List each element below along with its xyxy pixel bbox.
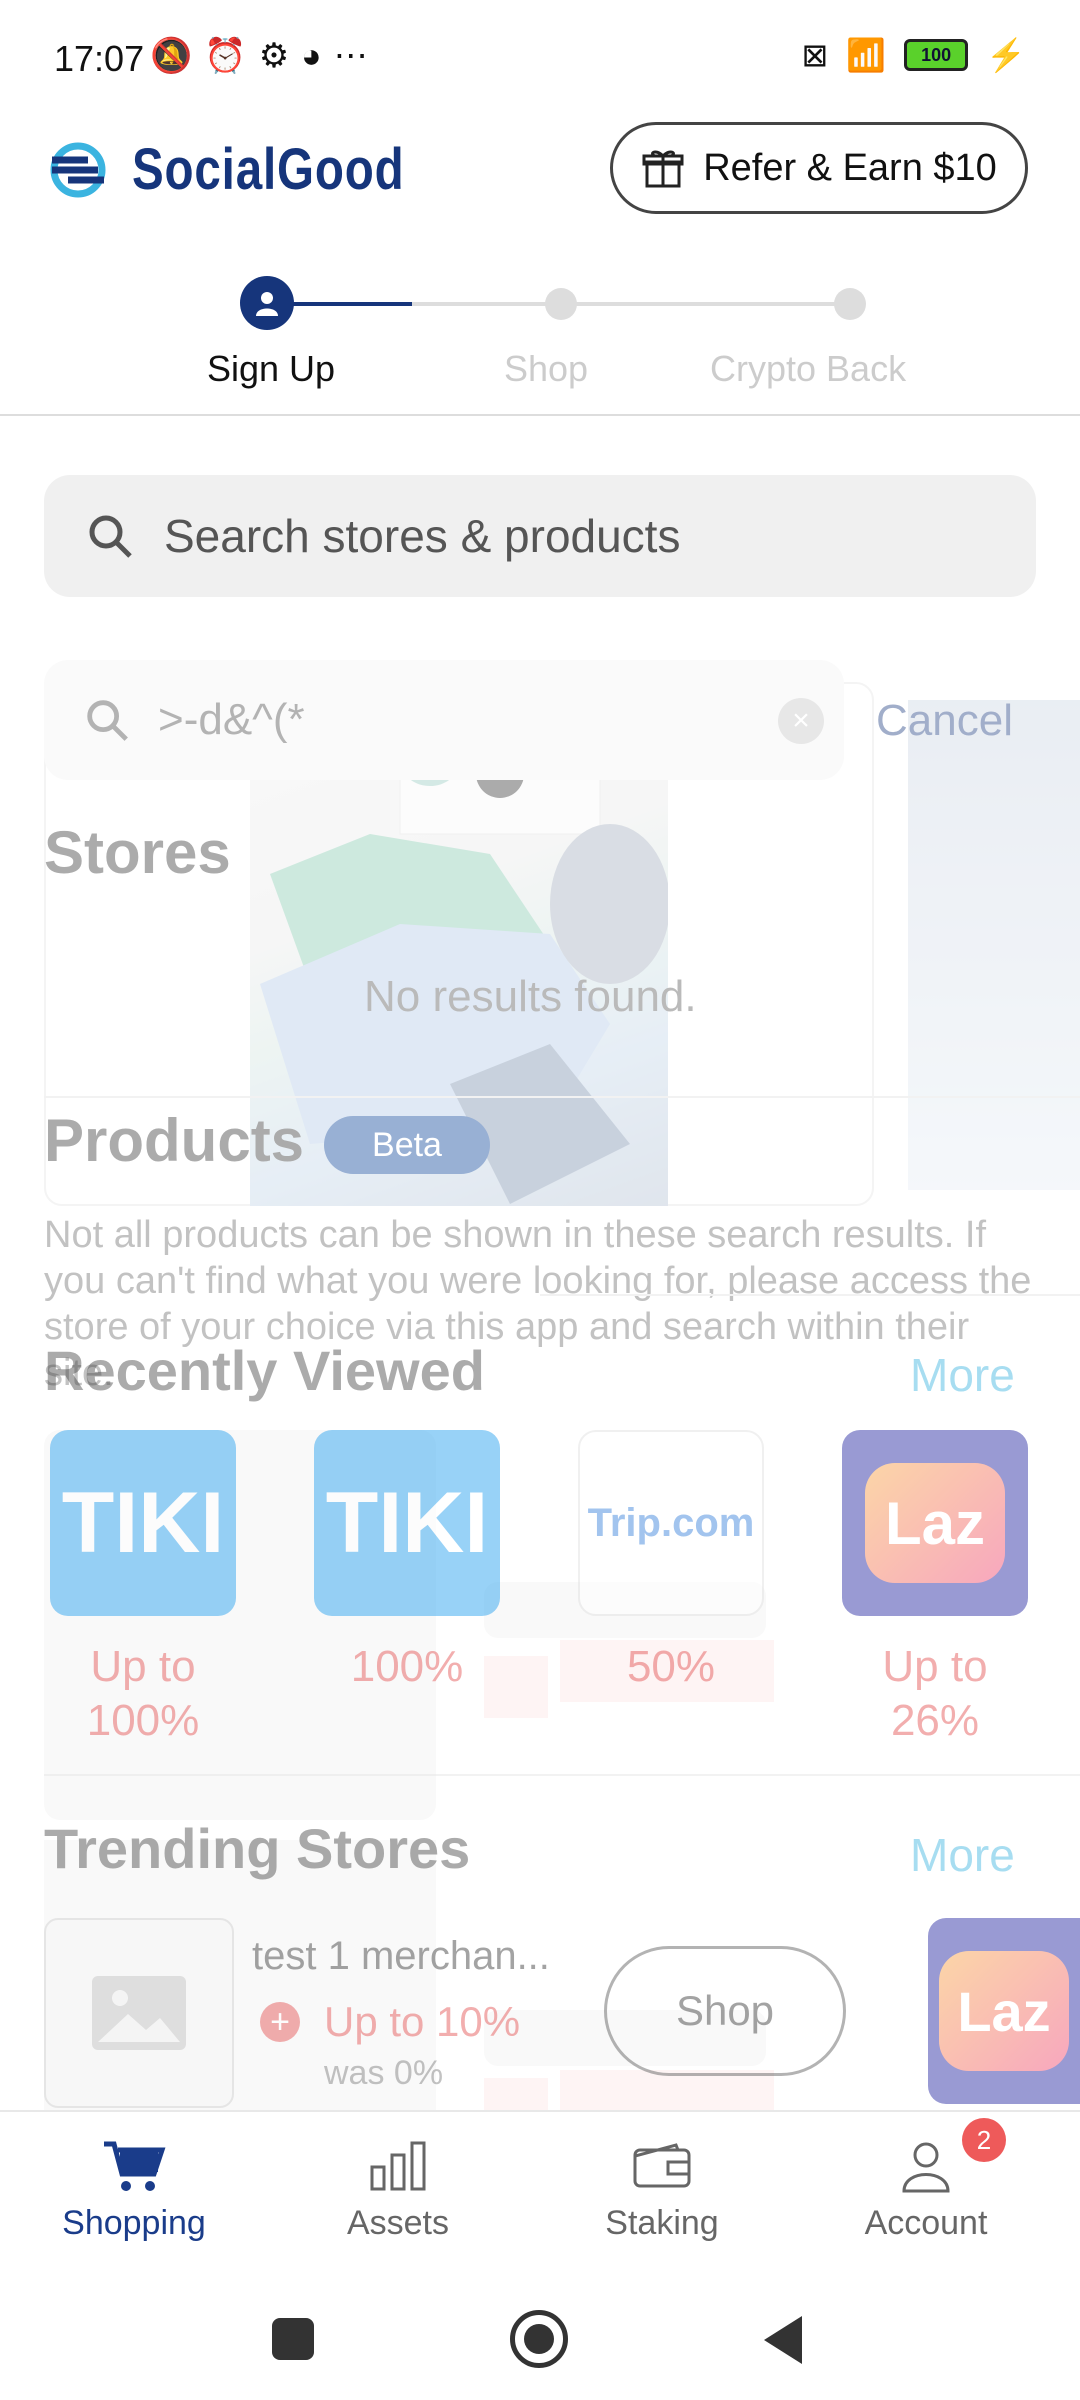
nav-label: Staking xyxy=(605,2204,719,2242)
refer-label: Refer & Earn $10 xyxy=(703,146,997,189)
recently-viewed-heading: Recently Viewed xyxy=(44,1339,485,1402)
search-icon xyxy=(89,515,132,558)
sync-icon: ◕ xyxy=(301,37,334,75)
system-nav-bar xyxy=(0,2270,1080,2400)
recent-store-trip[interactable]: Trip.com xyxy=(578,1430,764,1616)
user-icon xyxy=(256,292,278,316)
overlay-search-query: >-d&^(* xyxy=(158,695,305,744)
cart-icon xyxy=(104,2141,166,2191)
alarm-icon: ⏰ xyxy=(204,37,259,75)
trending-stores-more-link[interactable]: More xyxy=(910,1828,1015,1882)
overlay-search-input[interactable]: >-d&^(* xyxy=(44,660,844,780)
home-button-icon[interactable] xyxy=(510,2310,568,2368)
store-placeholder-image xyxy=(44,1918,234,2108)
plus-icon: + xyxy=(260,2002,300,2042)
nav-assets[interactable]: Assets xyxy=(298,2136,498,2243)
products-heading: Products xyxy=(44,1107,305,1174)
image-placeholder-icon xyxy=(92,1976,186,2050)
store-logo: TIKI xyxy=(325,1474,489,1571)
recents-button-icon[interactable] xyxy=(272,2318,314,2360)
recent-store-tiki-1[interactable]: TIKI xyxy=(50,1430,236,1616)
recent-store-lazada[interactable]: Laz xyxy=(842,1430,1028,1616)
wifi-icon: 📶 xyxy=(846,37,887,73)
header-divider xyxy=(0,414,1080,416)
store-logo: Laz xyxy=(957,1979,1051,2043)
step-crypto-dot xyxy=(834,288,866,320)
more-dots-icon: ⋯ xyxy=(333,37,380,75)
no-results-text: No results found. xyxy=(364,972,697,1021)
nav-shopping[interactable]: Shopping xyxy=(34,2136,234,2243)
recently-viewed-more-link[interactable]: More xyxy=(910,1348,1015,1402)
gear-icon: ⚙ xyxy=(258,37,302,75)
recent-offer-4: Up to 26% xyxy=(882,1642,988,1745)
trending-offer: Up to 10% xyxy=(324,1998,521,2045)
nav-label: Account xyxy=(864,2204,988,2242)
recent-offer-2: 100% xyxy=(350,1642,464,1691)
gift-icon xyxy=(642,150,684,188)
heart-logo-icon: Laz xyxy=(865,1463,1005,1583)
beta-badge: Beta xyxy=(324,1116,490,1174)
charging-icon: ⚡ xyxy=(986,37,1026,73)
battery-level: 100 xyxy=(921,44,952,65)
step-label-crypto: Crypto Back xyxy=(710,348,907,389)
recent-offer-3: 50% xyxy=(626,1642,716,1691)
trending-store-name: test 1 merchan... xyxy=(252,1934,550,1978)
brand-name: SocialGood xyxy=(132,137,405,202)
heart-logo-icon: Laz xyxy=(939,1951,1069,2071)
brand-logo: SocialGood xyxy=(42,136,464,203)
status-right: ⊠ 📶 100 ⚡ xyxy=(802,36,1027,74)
recent-offer-1: Up to 100% xyxy=(86,1642,200,1745)
divider xyxy=(540,1294,1080,1296)
search-input[interactable]: Search stores & products xyxy=(44,475,1036,597)
refer-earn-button[interactable]: Refer & Earn $10 xyxy=(610,122,1028,214)
status-icons: 🔕⏰⚙◕⋯ xyxy=(150,36,380,76)
account-notification-badge: 2 xyxy=(962,2118,1006,2162)
shop-button[interactable]: Shop xyxy=(604,1946,846,2076)
bar-chart-icon xyxy=(370,2141,426,2191)
step-signup-dot xyxy=(240,276,294,330)
nav-label: Assets xyxy=(346,2204,450,2242)
battery-icon: 100 xyxy=(904,39,969,71)
store-logo: TIKI xyxy=(61,1474,225,1571)
cancel-button[interactable]: Cancel xyxy=(876,696,1013,746)
divider xyxy=(44,1096,1080,1098)
trending-store-lazada[interactable]: Laz xyxy=(928,1918,1080,2104)
recent-store-tiki-2[interactable]: TIKI xyxy=(314,1430,500,1616)
search-placeholder: Search stores & products xyxy=(164,510,681,562)
search-icon xyxy=(87,700,128,741)
divider xyxy=(44,1774,1080,1776)
step-label-shop: Shop xyxy=(504,348,589,389)
step-shop-dot xyxy=(545,288,577,320)
socialgood-logo-icon xyxy=(50,142,106,197)
nav-label: Shopping xyxy=(62,2204,206,2242)
user-icon xyxy=(902,2142,950,2193)
wallet-icon xyxy=(633,2143,691,2188)
back-button-icon[interactable] xyxy=(760,2314,806,2366)
nav-staking[interactable]: Staking xyxy=(562,2136,762,2243)
trending-stores-heading: Trending Stores xyxy=(44,1817,471,1880)
store-logo: Trip.com xyxy=(587,1500,755,1545)
sim-x-icon: ⊠ xyxy=(801,37,829,73)
stores-heading: Stores xyxy=(44,819,231,886)
status-time: 17:07 xyxy=(54,38,145,79)
clear-search-icon[interactable]: × xyxy=(778,698,824,744)
status-bar: 17:07 🔕⏰⚙◕⋯ ⊠ 📶 100 ⚡ xyxy=(0,0,1080,120)
trending-was: was 0% xyxy=(324,2054,444,2092)
bell-off-icon: 🔕 xyxy=(150,37,205,75)
store-image xyxy=(908,700,1080,1190)
step-remaining-line xyxy=(412,302,852,306)
store-logo: Laz xyxy=(884,1489,986,1557)
step-label-signup: Sign Up xyxy=(207,348,336,389)
